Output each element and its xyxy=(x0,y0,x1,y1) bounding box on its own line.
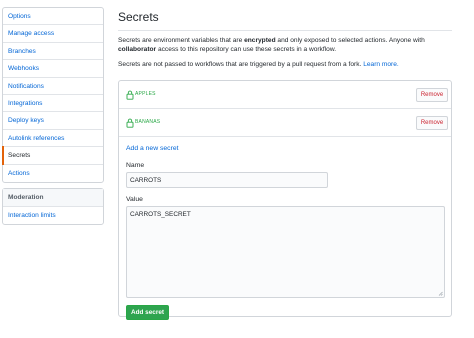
sidebar-item-secrets[interactable]: Secrets xyxy=(2,146,103,165)
sidebar-item-autolink-references[interactable]: Autolink references xyxy=(3,130,103,148)
sidebar-item-options[interactable]: Options xyxy=(3,8,103,26)
lock-icon xyxy=(126,118,134,128)
name-label: Name xyxy=(126,162,145,169)
secrets-description: Secrets are environment variables that a… xyxy=(118,36,452,55)
remove-secret-button[interactable]: Remove xyxy=(416,88,448,102)
resize-grip-icon[interactable] xyxy=(438,291,443,296)
secret-row: BANANAS Remove xyxy=(119,109,451,137)
description-bold-encrypted: encrypted xyxy=(244,37,276,44)
page-title: Secrets xyxy=(118,10,159,24)
lock-icon xyxy=(126,90,134,100)
add-new-secret-link[interactable]: Add a new secret xyxy=(126,145,179,152)
description-text-1: Secrets are environment variables that a… xyxy=(118,37,245,44)
moderation-heading: Moderation xyxy=(3,189,103,207)
secret-row: APPLES Remove xyxy=(119,81,451,109)
fork-note-text: Secrets are not passed to workflows that… xyxy=(118,61,362,68)
sidebar-item-webhooks[interactable]: Webhooks xyxy=(3,60,103,78)
sidebar-item-manage-access[interactable]: Manage access xyxy=(3,25,103,43)
moderation-sidebar: Moderation Interaction limits xyxy=(2,188,104,226)
learn-more-link[interactable]: Learn more. xyxy=(363,61,399,68)
secret-value-textarea[interactable]: CARROTS_SECRET xyxy=(126,206,445,298)
sidebar-item-integrations[interactable]: Integrations xyxy=(3,95,103,113)
secret-name-input[interactable]: CARROTS xyxy=(126,172,328,188)
fork-note: Secrets are not passed to workflows that… xyxy=(118,60,452,69)
secret-name: APPLES xyxy=(135,91,156,97)
sidebar-item-notifications[interactable]: Notifications xyxy=(3,78,103,95)
sidebar-item-deploy-keys[interactable]: Deploy keys xyxy=(3,112,103,130)
description-bold-collaborator: collaborator xyxy=(118,46,157,54)
sidebar-item-interaction-limits[interactable]: Interaction limits xyxy=(3,207,103,224)
title-divider xyxy=(118,30,452,31)
sidebar-item-branches[interactable]: Branches xyxy=(3,43,103,61)
value-label: Value xyxy=(126,196,143,203)
settings-sidebar: Options Manage access Branches Webhooks … xyxy=(2,7,104,183)
add-secret-button[interactable]: Add secret xyxy=(126,305,169,320)
remove-secret-button[interactable]: Remove xyxy=(416,116,448,130)
description-text-2: and only exposed to selected actions. An… xyxy=(275,37,425,44)
description-text-3: access to this repository can use these … xyxy=(156,46,337,54)
secret-value-text: CARROTS_SECRET xyxy=(130,211,191,218)
sidebar-item-actions[interactable]: Actions xyxy=(3,165,103,182)
secret-name: BANANAS xyxy=(135,119,161,125)
